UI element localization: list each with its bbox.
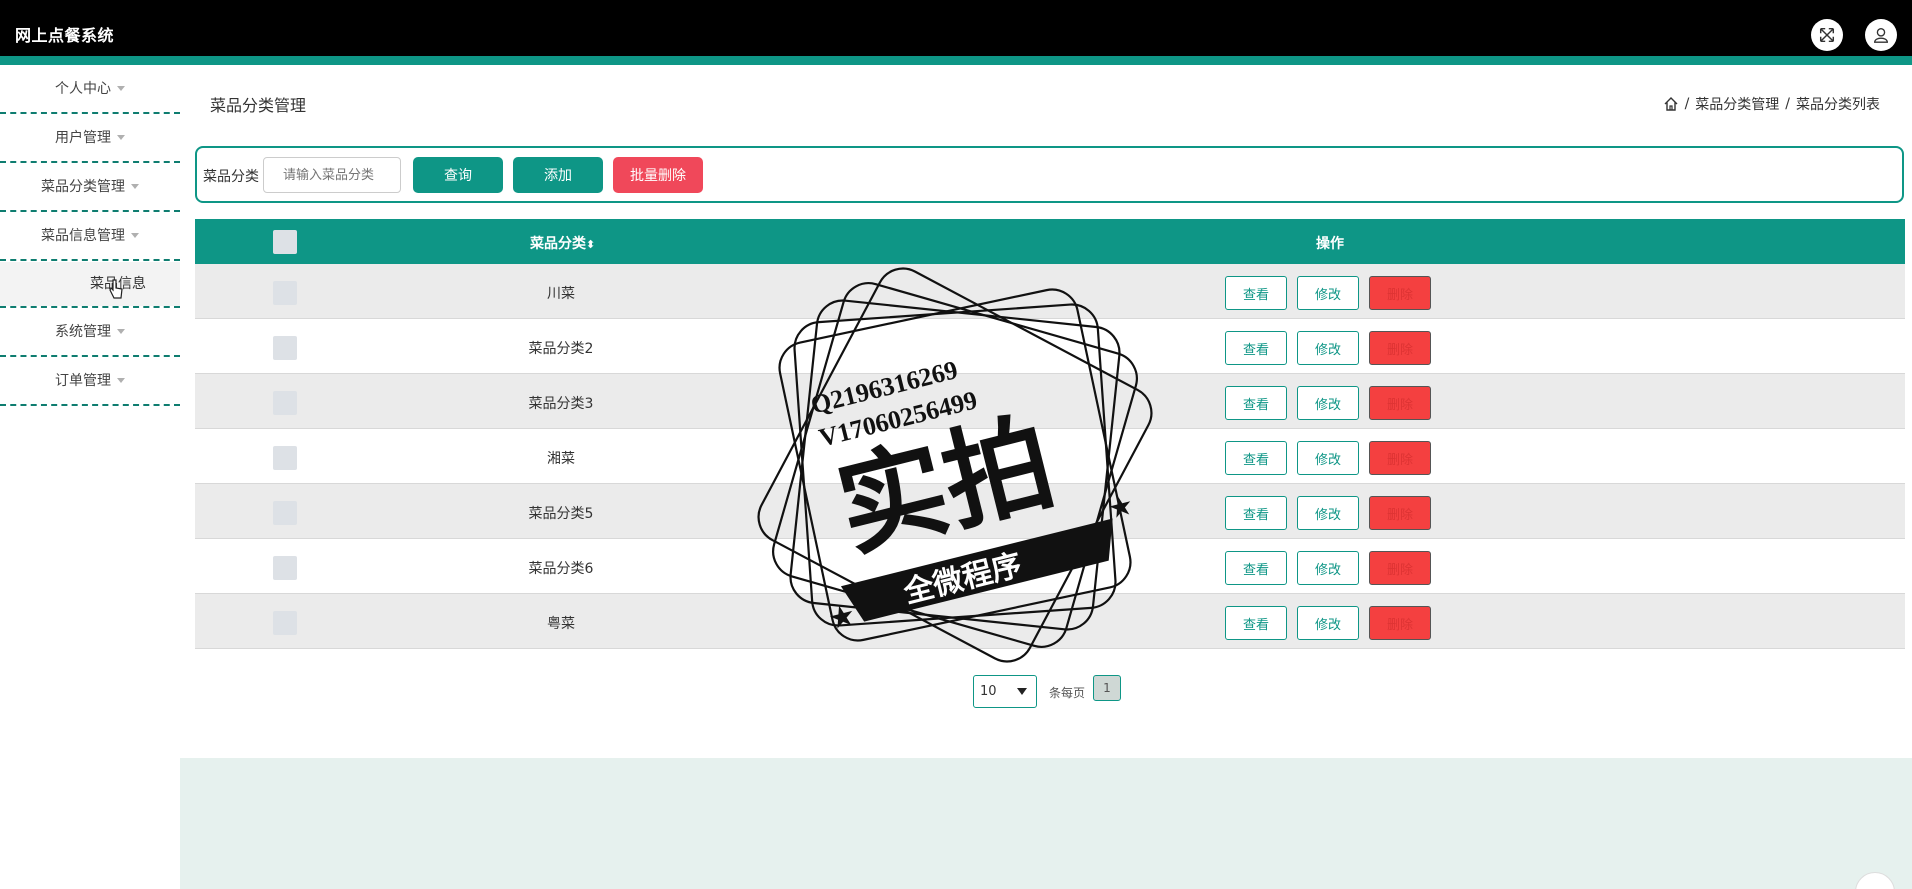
- caret-down-icon: [117, 378, 125, 383]
- caret-down-icon: [131, 233, 139, 238]
- caret-down-icon: [117, 135, 125, 140]
- delete-button[interactable]: 删除: [1369, 441, 1431, 475]
- view-button[interactable]: 查看: [1225, 606, 1287, 640]
- delete-button[interactable]: 删除: [1369, 386, 1431, 420]
- divider: [0, 259, 180, 261]
- sort-icon[interactable]: ⬍: [586, 238, 595, 251]
- per-page-label: 条每页: [1049, 686, 1086, 700]
- query-button[interactable]: 查询: [413, 157, 503, 193]
- page-size-value: 10: [980, 684, 997, 699]
- row-checkbox[interactable]: [273, 336, 297, 360]
- page-title: 菜品分类管理: [210, 96, 307, 115]
- sidebar-item-orders[interactable]: 订单管理: [0, 357, 180, 405]
- search-input[interactable]: [263, 157, 401, 193]
- sidebar-item-dish-info[interactable]: 菜品信息管理: [0, 212, 180, 260]
- category-name-cell: 菜品分类6: [528, 561, 594, 577]
- sidebar-item-label: 个人中心: [55, 81, 111, 97]
- breadcrumb-separator: /: [1684, 96, 1690, 112]
- caret-down-icon: [117, 86, 125, 91]
- edit-button[interactable]: 修改: [1297, 276, 1359, 310]
- delete-button[interactable]: 删除: [1369, 551, 1431, 585]
- add-button[interactable]: 添加: [513, 157, 603, 193]
- sidebar-item-label: 菜品信息管理: [41, 228, 125, 244]
- footer-area: [180, 758, 1912, 889]
- view-button[interactable]: 查看: [1225, 331, 1287, 365]
- row-checkbox[interactable]: [273, 556, 297, 580]
- sidebar-subitem-dish-info[interactable]: 菜品信息: [0, 262, 180, 306]
- breadcrumb: / 菜品分类管理 / 菜品分类列表: [1663, 94, 1880, 114]
- top-bar-accent: [0, 56, 1912, 65]
- view-button[interactable]: 查看: [1225, 386, 1287, 420]
- sidebar-item-label: 用户管理: [55, 130, 111, 146]
- edit-button[interactable]: 修改: [1297, 606, 1359, 640]
- fullscreen-icon: [1819, 27, 1835, 43]
- search-label: 菜品分类: [203, 169, 259, 185]
- row-checkbox[interactable]: [273, 391, 297, 415]
- column-header-category[interactable]: 菜品分类⬍: [530, 233, 595, 253]
- caret-down-icon: [117, 329, 125, 334]
- watermark-stamp: Q2196316269 V17060256499 实拍 全微程序 ★ ★: [757, 267, 1153, 663]
- row-checkbox[interactable]: [273, 281, 297, 305]
- batch-delete-button[interactable]: 批量删除: [613, 157, 703, 193]
- sidebar-item-label: 菜品分类管理: [41, 179, 125, 195]
- breadcrumb-item[interactable]: 菜品分类管理: [1695, 94, 1779, 114]
- sidebar-item-system[interactable]: 系统管理: [0, 308, 180, 356]
- sidebar-item-users[interactable]: 用户管理: [0, 114, 180, 162]
- search-panel: 菜品分类 查询 添加 批量删除: [195, 146, 1904, 203]
- user-button[interactable]: [1865, 19, 1897, 51]
- category-name-cell: 湘菜: [547, 451, 575, 467]
- chevron-down-icon: [1017, 688, 1027, 695]
- select-all-checkbox[interactable]: [273, 230, 297, 254]
- hand-cursor-icon: [109, 279, 123, 299]
- view-button[interactable]: 查看: [1225, 276, 1287, 310]
- breadcrumb-item: 菜品分类列表: [1796, 97, 1880, 113]
- sidebar-item-label: 订单管理: [55, 373, 111, 389]
- category-name-cell: 菜品分类2: [528, 341, 594, 357]
- fullscreen-button[interactable]: [1811, 19, 1843, 51]
- delete-button[interactable]: 删除: [1369, 606, 1431, 640]
- edit-button[interactable]: 修改: [1297, 331, 1359, 365]
- delete-button[interactable]: 删除: [1369, 496, 1431, 530]
- category-name-cell: 川菜: [547, 286, 575, 302]
- top-bar: [0, 0, 1912, 56]
- breadcrumb-separator: /: [1785, 96, 1790, 112]
- view-button[interactable]: 查看: [1225, 496, 1287, 530]
- page-size-select[interactable]: 10: [973, 675, 1037, 708]
- delete-button[interactable]: 删除: [1369, 276, 1431, 310]
- app-title: 网上点餐系统: [15, 26, 115, 45]
- home-icon[interactable]: [1663, 96, 1679, 112]
- edit-button[interactable]: 修改: [1297, 441, 1359, 475]
- sidebar-item-personal-center[interactable]: 个人中心: [0, 65, 180, 113]
- edit-button[interactable]: 修改: [1297, 496, 1359, 530]
- column-header-actions: 操作: [1316, 236, 1344, 252]
- category-name-cell: 菜品分类3: [528, 396, 594, 412]
- page-number-button[interactable]: 1: [1093, 675, 1121, 701]
- category-name-cell: 粤菜: [547, 616, 575, 632]
- category-name-cell: 菜品分类5: [528, 506, 594, 522]
- row-checkbox[interactable]: [273, 501, 297, 525]
- divider: [0, 404, 180, 406]
- edit-button[interactable]: 修改: [1297, 551, 1359, 585]
- sidebar-item-label: 系统管理: [55, 324, 111, 340]
- caret-down-icon: [131, 184, 139, 189]
- column-header-label: 菜品分类: [530, 236, 586, 252]
- sidebar-item-dish-category[interactable]: 菜品分类管理: [0, 163, 180, 211]
- row-checkbox[interactable]: [273, 611, 297, 635]
- user-icon: [1874, 28, 1888, 43]
- delete-button[interactable]: 删除: [1369, 331, 1431, 365]
- view-button[interactable]: 查看: [1225, 551, 1287, 585]
- row-checkbox[interactable]: [273, 446, 297, 470]
- view-button[interactable]: 查看: [1225, 441, 1287, 475]
- edit-button[interactable]: 修改: [1297, 386, 1359, 420]
